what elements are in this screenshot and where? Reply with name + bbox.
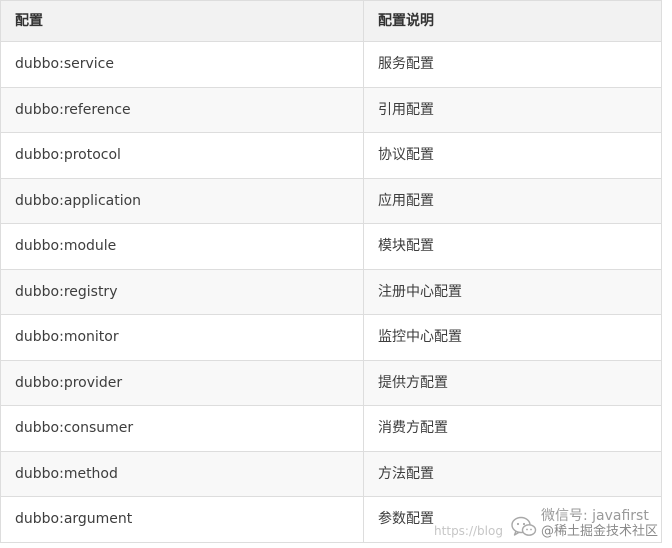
table-row: dubbo:monitor 监控中心配置	[0, 314, 662, 361]
config-name-cell: dubbo:reference	[0, 86, 364, 133]
config-description-cell: 监控中心配置	[363, 314, 662, 361]
table-row: dubbo:argument 参数配置	[0, 496, 662, 543]
table-row: dubbo:protocol 协议配置	[0, 132, 662, 179]
table-row: dubbo:application 应用配置	[0, 177, 662, 224]
table-header-row: 配置 配置说明	[0, 0, 662, 42]
table-row: dubbo:reference 引用配置	[0, 86, 662, 133]
config-description-cell: 服务配置	[363, 41, 662, 88]
table-row: dubbo:registry 注册中心配置	[0, 268, 662, 315]
config-description-cell: 模块配置	[363, 223, 662, 270]
config-description-cell: 提供方配置	[363, 359, 662, 406]
config-description-cell: 注册中心配置	[363, 268, 662, 315]
config-name-cell: dubbo:consumer	[0, 405, 364, 452]
table-row: dubbo:provider 提供方配置	[0, 359, 662, 406]
config-description-cell: 参数配置	[363, 496, 662, 543]
table-row: dubbo:consumer 消费方配置	[0, 405, 662, 452]
config-name-cell: dubbo:argument	[0, 496, 364, 543]
config-name-cell: dubbo:registry	[0, 268, 364, 315]
config-name-cell: dubbo:method	[0, 450, 364, 497]
config-description-cell: 消费方配置	[363, 405, 662, 452]
config-description-cell: 方法配置	[363, 450, 662, 497]
config-description-cell: 应用配置	[363, 177, 662, 224]
table-row: dubbo:method 方法配置	[0, 450, 662, 497]
config-table: 配置 配置说明 dubbo:service 服务配置 dubbo:referen…	[0, 0, 662, 543]
header-name: 配置	[0, 0, 364, 42]
config-name-cell: dubbo:module	[0, 223, 364, 270]
config-name-cell: dubbo:monitor	[0, 314, 364, 361]
config-name-cell: dubbo:protocol	[0, 132, 364, 179]
config-name-cell: dubbo:application	[0, 177, 364, 224]
config-name-cell: dubbo:provider	[0, 359, 364, 406]
config-name-cell: dubbo:service	[0, 41, 364, 88]
table-row: dubbo:service 服务配置	[0, 41, 662, 88]
config-description-cell: 引用配置	[363, 86, 662, 133]
header-description: 配置说明	[363, 0, 662, 42]
config-description-cell: 协议配置	[363, 132, 662, 179]
table-row: dubbo:module 模块配置	[0, 223, 662, 270]
